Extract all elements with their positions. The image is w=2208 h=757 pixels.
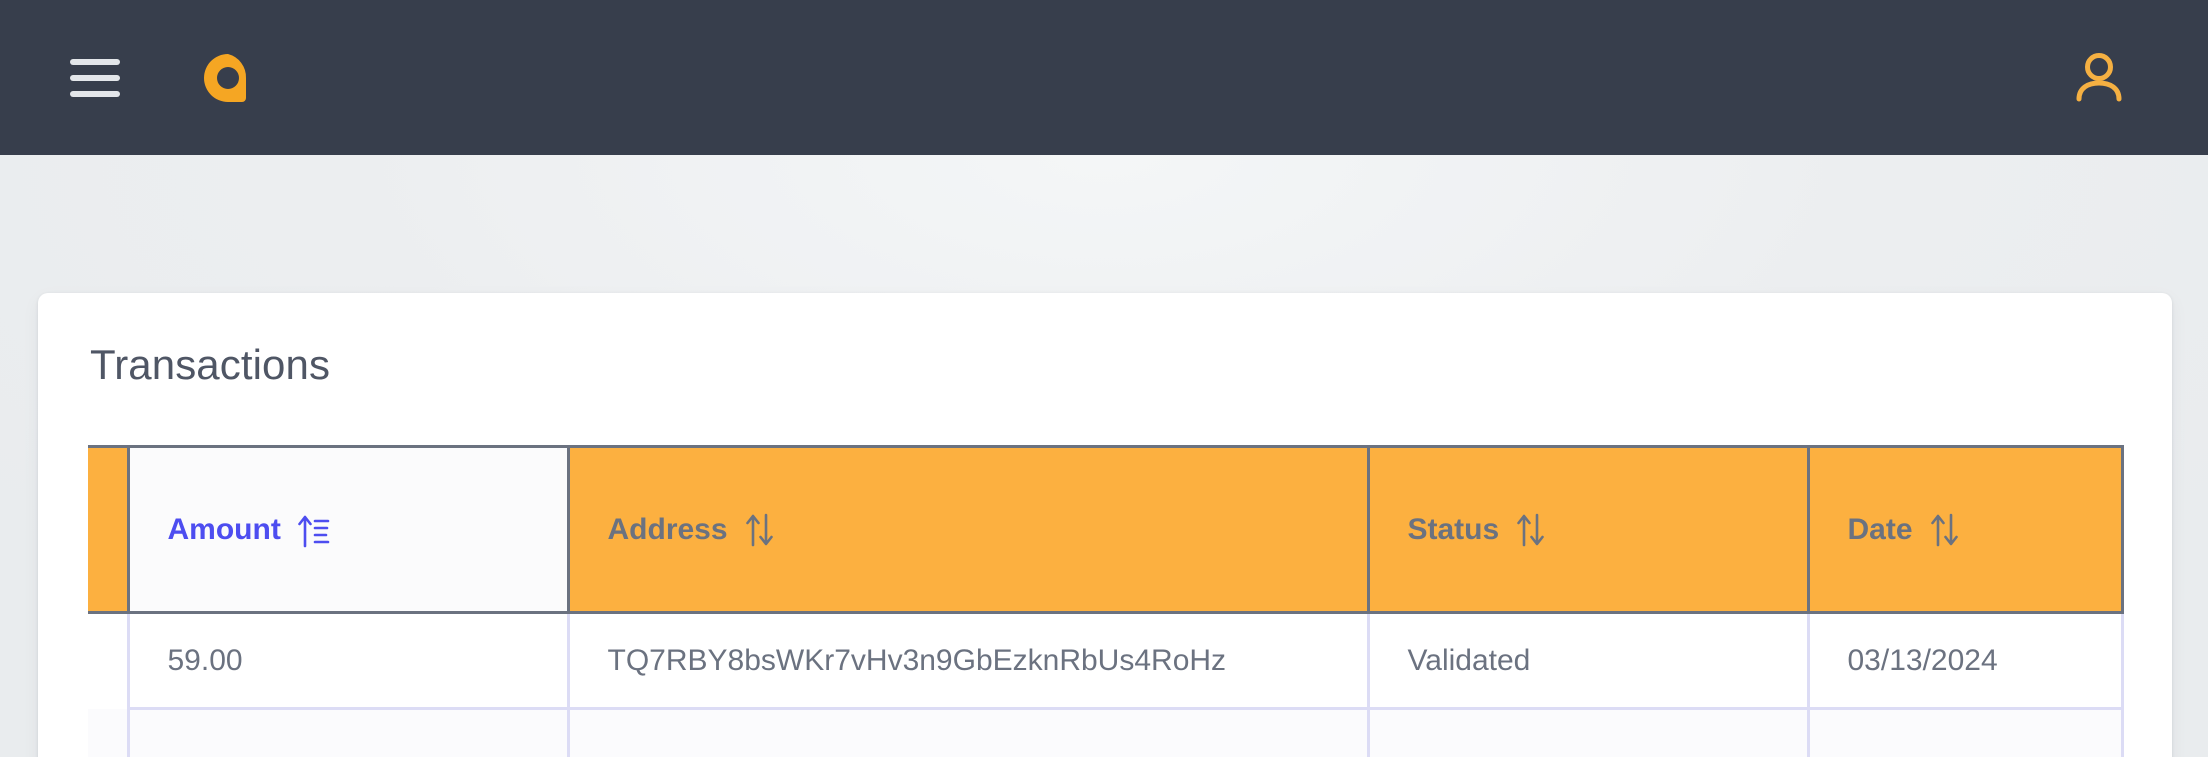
column-header-status[interactable]: Status	[1366, 445, 1808, 614]
transactions-table: Amount Address Status Date 59.00 TQ7RBY8…	[88, 445, 2124, 757]
sort-ascending-icon[interactable]	[297, 512, 331, 548]
hamburger-menu-icon[interactable]	[70, 58, 120, 97]
column-header-amount[interactable]: Amount	[126, 445, 570, 614]
sort-both-icon[interactable]	[1929, 512, 1961, 548]
page-title: Transactions	[90, 341, 331, 388]
cell-address	[566, 708, 1368, 757]
row-accent-column-header	[88, 445, 128, 614]
table-body: 59.00 TQ7RBY8bsWKr7vHv3n9GbEzknRbUs4RoHz…	[88, 612, 2124, 757]
hamburger-bar-1	[70, 58, 120, 65]
row-accent-cell	[88, 708, 128, 757]
sort-both-icon[interactable]	[1515, 512, 1547, 548]
cell-status	[1366, 708, 1808, 757]
table-header-row: Amount Address Status Date	[88, 445, 2124, 614]
transactions-card: Transactions Amount Address Status Date …	[38, 293, 2172, 757]
row-accent-cell	[88, 613, 128, 709]
cell-amount: 59.00	[126, 612, 568, 710]
cell-date	[1806, 708, 2124, 757]
table-row[interactable]: 59.00 TQ7RBY8bsWKr7vHv3n9GbEzknRbUs4RoHz…	[88, 612, 2124, 710]
table-header: Amount Address Status Date	[88, 445, 2124, 614]
cell-date: 03/13/2024	[1806, 612, 2124, 710]
cell-address: TQ7RBY8bsWKr7vHv3n9GbEzknRbUs4RoHz	[566, 612, 1368, 710]
column-header-amount-label: Amount	[167, 512, 281, 546]
user-account-icon[interactable]	[2068, 47, 2130, 109]
brand-a-logo-icon[interactable]	[202, 52, 254, 104]
column-header-status-label: Status	[1407, 512, 1500, 546]
table-row[interactable]	[88, 708, 2124, 757]
hamburger-bar-2	[70, 74, 120, 81]
column-header-address-label: Address	[607, 512, 728, 546]
column-header-address[interactable]: Address	[566, 445, 1368, 614]
sort-both-icon[interactable]	[744, 512, 776, 548]
top-navigation-bar	[0, 0, 2208, 155]
column-header-date-label: Date	[1847, 512, 1913, 546]
hamburger-bar-3	[70, 90, 120, 97]
cell-status: Validated	[1366, 612, 1808, 710]
column-header-date[interactable]: Date	[1806, 445, 2124, 614]
cell-amount	[126, 708, 568, 757]
